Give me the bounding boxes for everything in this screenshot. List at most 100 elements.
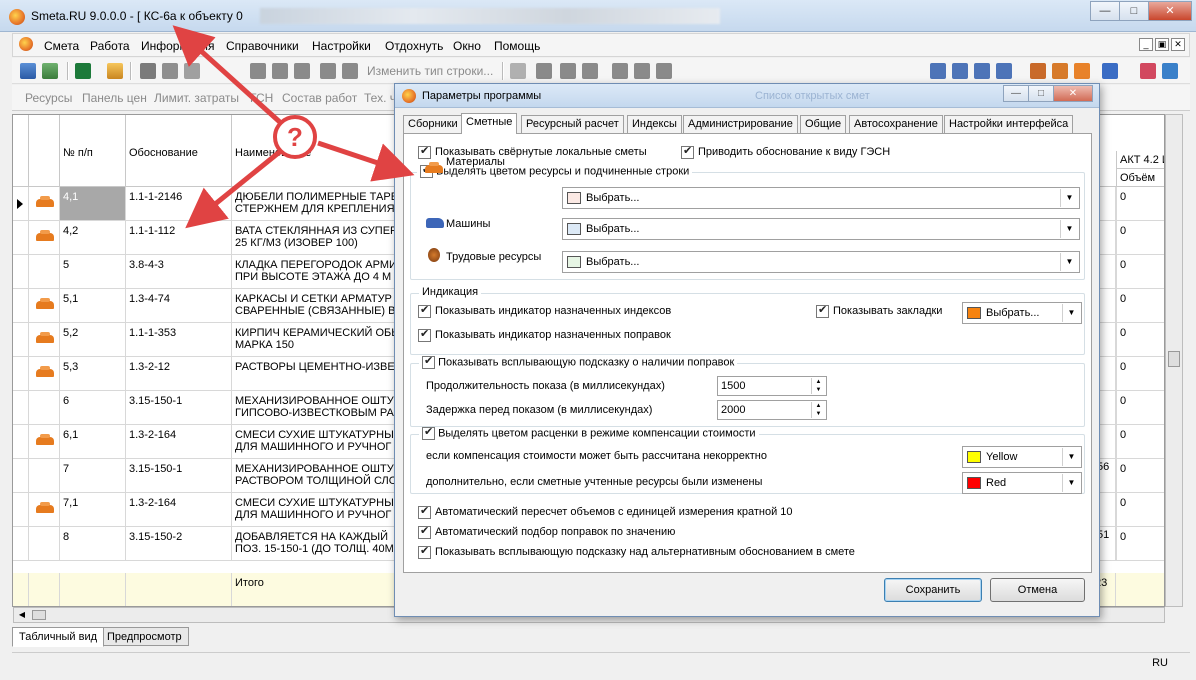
cell-volume[interactable]: 0 xyxy=(1116,255,1164,288)
tab-limit-costs[interactable]: Лимит. затраты xyxy=(154,91,239,105)
cell-volume[interactable]: 0 xyxy=(1116,289,1164,322)
spinner-arrows-icon[interactable]: ▲ ▼ xyxy=(811,402,825,418)
tab-resource-calc[interactable]: Ресурсный расчет xyxy=(521,115,624,133)
undo-icon[interactable] xyxy=(184,63,200,79)
cell-num[interactable]: 7 xyxy=(60,459,126,492)
cell-volume[interactable]: 0 xyxy=(1116,425,1164,458)
labor-color-combo[interactable]: Выбрать... ▼ xyxy=(562,251,1080,273)
maximize-button[interactable]: □ xyxy=(1119,1,1149,21)
tab-indexes[interactable]: Индексы xyxy=(627,115,682,133)
search-icon[interactable] xyxy=(107,63,123,79)
comment-icon[interactable] xyxy=(294,63,310,79)
cell-num[interactable]: 5,3 xyxy=(60,357,126,390)
cut-icon[interactable] xyxy=(612,63,628,79)
menu-smeta[interactable]: Смета xyxy=(44,39,79,53)
save-button[interactable]: Сохранить xyxy=(884,578,982,602)
cell-basis[interactable]: 1.1-1-112 xyxy=(126,221,232,254)
index-indicator-checkbox[interactable] xyxy=(418,303,431,318)
hammer-icon[interactable] xyxy=(1030,63,1046,79)
menu-help[interactable]: Помощь xyxy=(494,39,540,53)
material-icon[interactable] xyxy=(1074,63,1090,79)
cell-basis[interactable]: 3.8-4-3 xyxy=(126,255,232,288)
show-collapsed-checkbox[interactable] xyxy=(418,144,431,159)
cell-volume[interactable]: 0 xyxy=(1116,187,1164,220)
tab-sborniki[interactable]: Сборники xyxy=(403,115,463,133)
minimize-button[interactable]: — xyxy=(1090,1,1120,21)
cell-basis[interactable]: 1.3-4-74 xyxy=(126,289,232,322)
cell-basis[interactable]: 1.1-1-353 xyxy=(126,323,232,356)
cell-num[interactable]: 7,1 xyxy=(60,493,126,526)
header-act[interactable]: АКТ 4.2 И xyxy=(1116,151,1164,169)
add-subrow-icon[interactable] xyxy=(272,63,288,79)
cell-num[interactable]: 4,1 xyxy=(60,187,126,220)
layers-blue-icon[interactable] xyxy=(1162,63,1178,79)
cell-num[interactable]: 5 xyxy=(60,255,126,288)
duration-spinner[interactable]: 1500 ▲ ▼ xyxy=(717,376,827,396)
delete-icon[interactable] xyxy=(510,63,526,79)
mdi-minimize-button[interactable]: _ xyxy=(1139,38,1153,51)
cell-num[interactable]: 4,2 xyxy=(60,221,126,254)
cell-basis[interactable]: 1.3-2-164 xyxy=(126,425,232,458)
vertical-scrollbar[interactable] xyxy=(1165,114,1183,607)
cell-basis[interactable]: 1.3-2-12 xyxy=(126,357,232,390)
menu-references[interactable]: Справочники xyxy=(226,39,299,53)
menu-info[interactable]: Информация xyxy=(141,39,214,53)
cell-basis[interactable]: 1.1-1-2146 xyxy=(126,187,232,220)
worker-icon[interactable] xyxy=(1052,63,1068,79)
move-icon[interactable] xyxy=(536,63,552,79)
align-icon[interactable] xyxy=(974,63,990,79)
layers-red-icon[interactable] xyxy=(1140,63,1156,79)
export-icon[interactable] xyxy=(560,63,576,79)
close-button[interactable]: ✕ xyxy=(1148,1,1192,21)
tab-work-composition[interactable]: Состав работ xyxy=(282,91,357,105)
save-icon[interactable] xyxy=(140,63,156,79)
cell-volume[interactable]: 0 xyxy=(1116,391,1164,424)
machines-color-combo[interactable]: Выбрать... ▼ xyxy=(562,218,1080,240)
cell-basis[interactable]: 3.15-150-1 xyxy=(126,459,232,492)
compensation-incorrect-combo[interactable]: Yellow ▼ xyxy=(962,446,1082,468)
cell-volume[interactable]: 0 xyxy=(1116,493,1164,526)
tree-icon[interactable] xyxy=(20,63,36,79)
outdent-icon[interactable] xyxy=(952,63,968,79)
cell-num[interactable]: 5,1 xyxy=(60,289,126,322)
corrections-indicator-checkbox[interactable] xyxy=(418,327,431,342)
cell-volume[interactable]: 0 xyxy=(1116,221,1164,254)
cell-num[interactable]: 6 xyxy=(60,391,126,424)
copy-icon[interactable] xyxy=(634,63,650,79)
tab-tech[interactable]: Тех. ч xyxy=(364,91,396,105)
dialog-maximize-button[interactable]: □ xyxy=(1028,85,1054,102)
header-basis[interactable]: Обоснование xyxy=(126,115,232,187)
indent-icon[interactable] xyxy=(930,63,946,79)
up-icon[interactable] xyxy=(582,63,598,79)
cell-volume[interactable]: 0 xyxy=(1116,459,1164,492)
tab-preview[interactable]: Предпросмотр xyxy=(100,627,189,646)
machine-icon[interactable] xyxy=(1102,63,1118,79)
tab-administration[interactable]: Администрирование xyxy=(683,115,798,133)
menu-settings[interactable]: Настройки xyxy=(312,39,371,53)
dialog-close-button[interactable]: ✕ xyxy=(1053,85,1093,102)
align2-icon[interactable] xyxy=(996,63,1012,79)
dialog-minimize-button[interactable]: — xyxy=(1003,85,1029,102)
menu-rest[interactable]: Отдохнуть xyxy=(385,39,443,53)
compensation-changed-combo[interactable]: Red ▼ xyxy=(962,472,1082,494)
tab-resources[interactable]: Ресурсы xyxy=(25,91,72,105)
tab-gsn[interactable]: ГСН xyxy=(250,91,273,105)
paste-icon[interactable] xyxy=(656,63,672,79)
tab-table-view[interactable]: Табличный вид xyxy=(12,627,105,647)
menu-window[interactable]: Окно xyxy=(453,39,481,53)
cell-basis[interactable]: 3.15-150-1 xyxy=(126,391,232,424)
materials-color-combo[interactable]: Выбрать... ▼ xyxy=(562,187,1080,209)
cancel-button[interactable]: Отмена xyxy=(990,578,1085,602)
highlight-compensation-checkbox[interactable] xyxy=(422,425,435,440)
header-volume[interactable]: Объём xyxy=(1116,169,1164,187)
cell-volume[interactable]: 0 xyxy=(1116,357,1164,390)
tab-autosave[interactable]: Автосохранение xyxy=(849,115,943,133)
truck-icon[interactable] xyxy=(320,63,336,79)
cell-basis[interactable]: 1.3-2-164 xyxy=(126,493,232,526)
refresh-icon[interactable] xyxy=(162,63,178,79)
insert-icon[interactable] xyxy=(42,63,58,79)
tab-interface-settings[interactable]: Настройки интерфейса xyxy=(944,115,1074,133)
header-num[interactable]: № п/п xyxy=(60,115,126,187)
cell-basis[interactable]: 3.15-150-2 xyxy=(126,527,232,560)
mdi-restore-button[interactable]: ▣ xyxy=(1155,38,1169,51)
